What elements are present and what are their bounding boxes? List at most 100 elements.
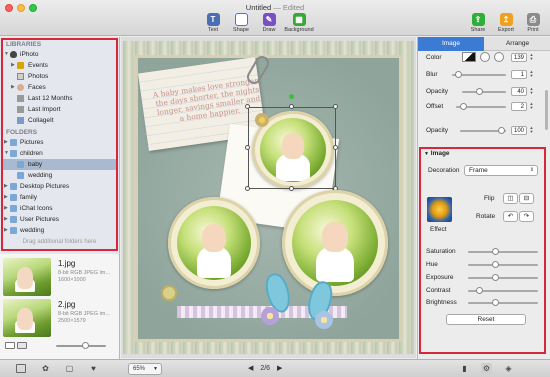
resize-handle[interactable] bbox=[289, 104, 294, 109]
flip-horizontal-button[interactable]: ◫ bbox=[503, 193, 518, 204]
image-section-header[interactable]: ▼ Image bbox=[424, 150, 450, 157]
sidebar-folder-wedding[interactable]: ▶ wedding bbox=[3, 225, 116, 236]
flower-decoration[interactable] bbox=[261, 307, 279, 325]
reset-button[interactable]: Reset bbox=[446, 314, 526, 325]
flower-decoration[interactable] bbox=[315, 311, 333, 329]
sidebar-folder-ichat-icons[interactable]: ▶ iChat Icons bbox=[3, 203, 116, 214]
image-opacity-slider-knob[interactable] bbox=[498, 127, 505, 134]
blur-slider-knob[interactable] bbox=[455, 71, 462, 78]
photo-thumbnail[interactable] bbox=[3, 299, 51, 337]
opacity-slider-knob[interactable] bbox=[476, 88, 483, 95]
disclosure-closed-icon[interactable]: ▶ bbox=[11, 60, 15, 71]
disclosure-closed-icon[interactable]: ▶ bbox=[4, 137, 8, 148]
rotate-right-button[interactable]: ↷ bbox=[519, 211, 534, 222]
tab-image[interactable]: Image bbox=[418, 37, 484, 51]
offset-value-field[interactable]: 2 bbox=[511, 102, 527, 111]
flip-vertical-button[interactable]: ⊟ bbox=[519, 193, 534, 204]
resize-handle[interactable] bbox=[245, 104, 250, 109]
baby-photo-2[interactable] bbox=[177, 206, 251, 280]
saturation-slider[interactable] bbox=[468, 251, 538, 253]
sidebar-item-events[interactable]: ▶ Events bbox=[3, 60, 116, 71]
settings-gear-icon[interactable]: ⚙ bbox=[481, 363, 492, 374]
saturation-slider-knob[interactable] bbox=[492, 248, 499, 255]
hue-slider-knob[interactable] bbox=[492, 261, 499, 268]
resize-handle[interactable] bbox=[289, 186, 294, 191]
disclosure-open-icon[interactable]: ▼ bbox=[4, 148, 9, 159]
decoration-popup[interactable]: Frame ⇕ bbox=[464, 165, 538, 176]
sidebar-folder-user-pictures[interactable]: ▶ User Pictures bbox=[3, 214, 116, 225]
sidebar-folder-children[interactable]: ▼ children bbox=[3, 148, 116, 159]
tab-arrange[interactable]: Arrange bbox=[484, 37, 550, 51]
frame-icon[interactable]: ▢ bbox=[64, 363, 75, 374]
blur-stepper-icon[interactable]: ▲ ▼ bbox=[529, 70, 534, 79]
sidebar-item-iphoto[interactable]: ▼ iPhoto bbox=[3, 49, 116, 60]
blur-value-field[interactable]: 1 bbox=[511, 70, 527, 79]
disclosure-open-icon[interactable]: ▼ bbox=[4, 49, 9, 60]
sidebar-folder-pictures[interactable]: ▶ Pictures bbox=[3, 137, 116, 148]
image-opacity-stepper-icon[interactable]: ▲ ▼ bbox=[529, 126, 534, 135]
thumbnail-size-slider[interactable] bbox=[56, 345, 106, 347]
previous-page-icon[interactable]: ◀ bbox=[248, 365, 253, 372]
sidebar-folder-family[interactable]: ▶ family bbox=[3, 192, 116, 203]
draw-tool-button[interactable]: ✎ Draw bbox=[252, 13, 286, 33]
color-value-field[interactable]: 139 bbox=[511, 53, 527, 62]
resize-handle[interactable] bbox=[333, 145, 338, 150]
photo-thumbnail-item[interactable]: 1.jpg 8-bit RGB JPEG im... 1600×1000 bbox=[3, 258, 119, 298]
disclosure-closed-icon[interactable]: ▶ bbox=[4, 214, 8, 225]
button-decoration[interactable] bbox=[161, 285, 177, 301]
hue-slider[interactable] bbox=[468, 264, 538, 266]
color-stepper-icon[interactable]: ▲ ▼ bbox=[529, 53, 534, 62]
sidebar-item-last-import[interactable]: Last Import bbox=[3, 104, 116, 115]
collage-page[interactable]: A baby makes love stronger, the days sho… bbox=[123, 41, 414, 354]
color-well[interactable] bbox=[462, 52, 476, 62]
inspector-scrollbar[interactable] bbox=[545, 90, 548, 130]
brightness-slider-knob[interactable] bbox=[492, 299, 499, 306]
disclosure-closed-icon[interactable]: ▶ bbox=[4, 203, 8, 214]
photo-thumbnail[interactable] bbox=[3, 258, 51, 296]
rotate-handle[interactable] bbox=[289, 94, 294, 99]
pages-icon[interactable]: ▮ bbox=[459, 363, 470, 374]
print-button[interactable]: ⎙ Print bbox=[516, 13, 550, 33]
image-opacity-value-field[interactable]: 100 bbox=[511, 126, 527, 135]
resize-handle[interactable] bbox=[333, 104, 338, 109]
list-view-icon[interactable] bbox=[5, 342, 15, 349]
photos-view-icon[interactable] bbox=[16, 364, 26, 373]
opacity-stepper-icon[interactable]: ▲ ▼ bbox=[529, 87, 534, 96]
grid-view-icon[interactable] bbox=[17, 342, 27, 349]
resize-handle[interactable] bbox=[245, 145, 250, 150]
sidebar-folder-desktop-pictures[interactable]: ▶ Desktop Pictures bbox=[3, 181, 116, 192]
background-tool-button[interactable]: ▦ Background bbox=[282, 13, 316, 33]
brightness-slider[interactable] bbox=[468, 302, 538, 304]
layers-icon[interactable]: ◈ bbox=[503, 363, 514, 374]
disclosure-closed-icon[interactable]: ▶ bbox=[4, 225, 8, 236]
offset-slider-knob[interactable] bbox=[460, 103, 467, 110]
next-page-icon[interactable]: ▶ bbox=[277, 365, 282, 372]
effect-preview[interactable] bbox=[427, 197, 452, 222]
disclosure-closed-icon[interactable]: ▶ bbox=[4, 181, 8, 192]
baby-photo-3[interactable] bbox=[292, 200, 378, 286]
sidebar-item-collageit[interactable]: CollageIt bbox=[3, 115, 116, 126]
disclosure-closed-icon[interactable]: ▶ bbox=[11, 82, 15, 93]
zoom-popup[interactable]: 65% ▼ bbox=[128, 363, 162, 375]
photo-thumbnail-item[interactable]: 2.jpg 8-bit RGB JPEG im... 2500×1579 bbox=[3, 299, 119, 339]
sidebar-folder-wedding-sub[interactable]: wedding bbox=[3, 170, 116, 181]
sidebar-item-photos[interactable]: Photos bbox=[3, 71, 116, 82]
sidebar-item-last-12-months[interactable]: Last 12 Months bbox=[3, 93, 116, 104]
angle-dial[interactable] bbox=[494, 52, 504, 62]
rotate-left-button[interactable]: ↶ bbox=[503, 211, 518, 222]
thumbnail-size-knob[interactable] bbox=[82, 342, 89, 349]
color-picker-icon[interactable] bbox=[480, 52, 490, 62]
opacity-value-field[interactable]: 40 bbox=[511, 87, 527, 96]
clipart-icon[interactable]: ✿ bbox=[40, 363, 51, 374]
offset-stepper-icon[interactable]: ▲ ▼ bbox=[529, 102, 534, 111]
exposure-slider[interactable] bbox=[468, 277, 538, 279]
favorites-icon[interactable]: ♥ bbox=[88, 363, 99, 374]
exposure-slider-knob[interactable] bbox=[492, 274, 499, 281]
sidebar-item-faces[interactable]: ▶ Faces bbox=[3, 82, 116, 93]
opacity-slider[interactable] bbox=[462, 91, 506, 93]
disclosure-open-icon[interactable]: ▼ bbox=[424, 151, 429, 157]
disclosure-closed-icon[interactable]: ▶ bbox=[4, 192, 8, 203]
contrast-slider-knob[interactable] bbox=[476, 287, 483, 294]
resize-handle[interactable] bbox=[245, 186, 250, 191]
sidebar-folder-baby[interactable]: baby bbox=[3, 159, 116, 170]
